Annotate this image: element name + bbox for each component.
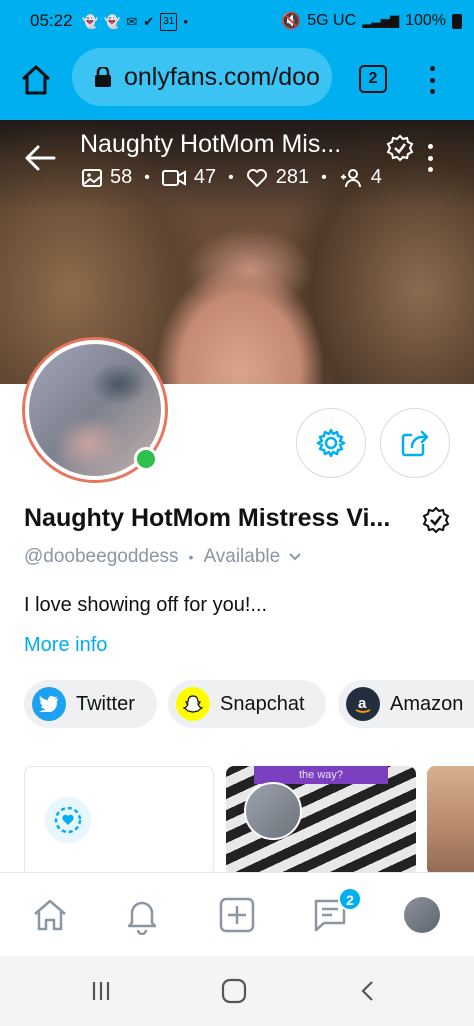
network-label: 5G UC — [307, 12, 357, 29]
gear-icon — [316, 428, 346, 458]
subscribers-icon — [340, 168, 361, 187]
twitter-label: Twitter — [76, 692, 135, 715]
subscribers-stat: 4 — [339, 166, 382, 189]
media-loading-card[interactable] — [24, 766, 214, 876]
cover-stats: 58 • 47 • 281 • 4 — [82, 166, 382, 189]
thumbnail-avatar — [244, 782, 302, 840]
video-icon — [161, 169, 186, 186]
likes-stat: 281 — [246, 166, 309, 189]
heart-icon — [246, 168, 267, 187]
nav-avatar[interactable] — [404, 897, 440, 933]
snapchat-icon: 👻 — [104, 14, 121, 29]
notification-icons: 👻 👻 ✉ ✔ 31 • — [82, 13, 188, 31]
image-icon — [82, 168, 102, 187]
snapchat-icon: 👻 — [82, 14, 99, 29]
nav-notifications-button[interactable] — [122, 895, 162, 935]
profile-bio: I love showing off for you!... — [24, 594, 268, 616]
verified-icon — [422, 506, 450, 534]
messages-badge: 2 — [338, 887, 362, 911]
status-right: 🔇 5G UC ▂▃▅▇ 100% — [281, 11, 462, 31]
profile-handle: @doobeegoddess — [24, 546, 179, 567]
browser-home-icon[interactable] — [18, 62, 54, 98]
amazon-icon: a — [346, 687, 380, 721]
photos-stat: 58 — [82, 166, 132, 189]
twitter-link[interactable]: Twitter — [24, 680, 157, 728]
subscribers-count: 4 — [370, 166, 382, 188]
snapchat-label: Snapchat — [220, 692, 305, 715]
settings-button[interactable] — [296, 408, 366, 478]
back-arrow-icon[interactable] — [24, 144, 56, 172]
handle-row: @doobeegoddess • Available — [24, 546, 302, 568]
url-text: onlyfans.com/doo — [124, 62, 320, 91]
nav-create-button[interactable] — [217, 895, 257, 935]
system-home-icon[interactable] — [219, 976, 249, 1006]
calendar-icon: 31 — [160, 13, 178, 31]
messages-icon: ✔ — [143, 14, 155, 29]
home-icon — [34, 899, 66, 931]
status-time: 05:22 — [30, 11, 73, 30]
amazon-link[interactable]: a Amazon — [338, 680, 474, 728]
likes-count: 281 — [275, 166, 310, 188]
battery-icon — [452, 13, 462, 29]
amazon-label: Amazon — [390, 692, 464, 715]
profile-more-icon[interactable] — [425, 144, 435, 172]
media-thumbnail[interactable] — [427, 766, 474, 876]
verified-icon — [386, 134, 414, 162]
share-icon — [401, 430, 429, 457]
status-bar: 05:22 👻 👻 ✉ ✔ 31 • 🔇 5G UC ▂▃▅▇ 100% — [0, 0, 474, 46]
nav-home-button[interactable] — [30, 895, 70, 935]
dot-icon: • — [183, 14, 188, 29]
cover-title: Naughty HotMom Mis... — [80, 130, 342, 158]
snapchat-icon — [176, 687, 210, 721]
svg-text:a: a — [358, 695, 367, 712]
loading-spinner-icon — [45, 797, 91, 843]
snapchat-link[interactable]: Snapchat — [168, 680, 326, 728]
tab-switcher-button[interactable]: 2 — [359, 65, 387, 93]
lock-icon — [95, 67, 111, 87]
signal-icon: ▂▃▅▇ — [362, 14, 400, 28]
battery-label: 100% — [405, 12, 446, 29]
availability-status[interactable]: Available — [203, 546, 280, 568]
photos-count: 58 — [110, 166, 133, 188]
browser-menu-icon[interactable] — [424, 62, 440, 98]
videos-stat: 47 — [161, 166, 217, 189]
more-info-link[interactable]: More info — [24, 634, 107, 657]
browser-toolbar: onlyfans.com/doo 2 — [0, 46, 474, 120]
plus-icon — [219, 897, 255, 933]
bottom-navigation: 2 — [0, 872, 474, 956]
back-icon[interactable] — [353, 976, 383, 1006]
twitter-icon — [32, 687, 66, 721]
mute-icon: 🔇 — [281, 13, 302, 30]
media-thumbnail[interactable]: the way? — [226, 766, 416, 876]
online-status-dot — [134, 447, 158, 471]
url-bar[interactable]: onlyfans.com/doo — [72, 48, 332, 106]
chevron-down-icon[interactable] — [288, 552, 302, 562]
profile-name: Naughty HotMom Mistress Vi... — [24, 504, 391, 532]
bell-icon — [127, 901, 157, 935]
system-navigation — [0, 956, 474, 1026]
share-button[interactable] — [380, 408, 450, 478]
recents-icon[interactable] — [86, 976, 116, 1006]
videos-count: 47 — [193, 166, 217, 188]
gmail-icon: ✉ — [126, 14, 138, 29]
